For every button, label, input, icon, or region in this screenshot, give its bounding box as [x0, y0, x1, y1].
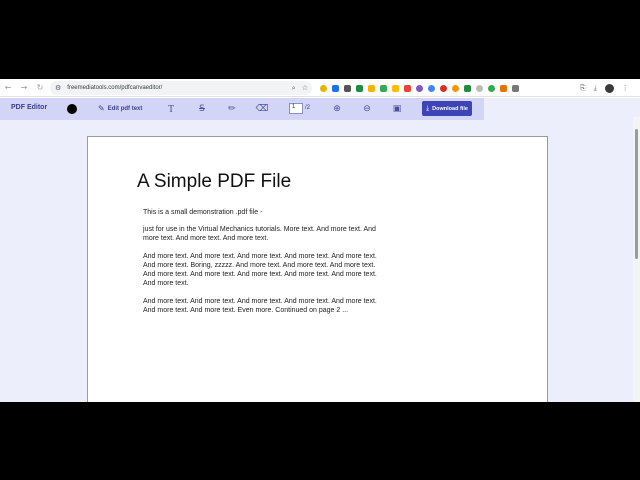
browser-actions: ⎘ ⤓ ⋮ [580, 82, 629, 94]
address-bar[interactable]: ⚙ freemediatools.com/pdfcanvaeditor/ ⌕ ☆ [50, 81, 312, 95]
pdf-page-canvas[interactable]: A Simple PDF File This is a small demons… [87, 136, 548, 402]
extension-icon[interactable] [320, 84, 327, 92]
extension-icon[interactable] [488, 84, 495, 92]
edit-pdf-text-button[interactable]: ✎ Edit pdf text [98, 104, 142, 113]
extension-icon[interactable] [380, 84, 387, 92]
page-number-input[interactable]: 1 [289, 103, 303, 114]
menu-kebab-icon[interactable]: ⋮ [622, 84, 629, 92]
pencil-icon[interactable]: ✏ [226, 102, 238, 116]
page-content: PDF Editor ✎ Edit pdf text T S ✏ ⌫ 1 /2 … [0, 98, 640, 402]
forward-icon[interactable]: → [16, 79, 32, 97]
document-paragraph[interactable]: And more text. And more text. And more t… [143, 252, 385, 288]
site-info-icon[interactable]: ⚙ [55, 84, 61, 92]
zoom-out-icon[interactable]: ⊖ [361, 102, 373, 116]
extensions-row [320, 83, 519, 93]
cast-icon[interactable]: ⎘ [580, 84, 586, 93]
extension-icon[interactable] [404, 84, 411, 92]
strikethrough-icon[interactable]: S [196, 102, 208, 116]
app-title: PDF Editor [11, 104, 48, 111]
document-title[interactable]: A Simple PDF File [137, 171, 291, 193]
extension-icon[interactable] [332, 84, 339, 92]
scrollbar-thumb[interactable] [635, 129, 638, 259]
zoom-icon[interactable]: ⌕ [292, 84, 296, 93]
download-file-button[interactable]: ⤓ Download file [422, 101, 472, 116]
url-text[interactable]: freemediatools.com/pdfcanvaeditor/ [67, 85, 162, 91]
extension-icon[interactable] [392, 84, 399, 92]
reload-icon[interactable]: ↻ [32, 79, 48, 97]
document-paragraph[interactable]: And more text. And more text. And more t… [143, 297, 385, 315]
edit-pdf-text-label: Edit pdf text [107, 105, 143, 112]
document-paragraph[interactable]: This is a small demonstration .pdf file … [143, 208, 393, 217]
browser-toolbar: ← → ↻ ⚙ freemediatools.com/pdfcanvaedito… [0, 79, 640, 97]
browser-window: ← → ↻ ⚙ freemediatools.com/pdfcanvaedito… [0, 79, 640, 402]
back-icon[interactable]: ← [0, 79, 16, 97]
edit-text-icon: ✎ [98, 104, 105, 113]
download-icon[interactable]: ⤓ [594, 84, 597, 93]
download-icon: ⤓ [426, 104, 430, 112]
color-picker[interactable] [67, 104, 77, 114]
extension-icon[interactable] [368, 84, 375, 92]
editor-toolbar: PDF Editor ✎ Edit pdf text T S ✏ ⌫ 1 /2 … [0, 98, 484, 120]
extension-icon[interactable] [452, 84, 459, 92]
document-paragraph[interactable]: just for use in the Virtual Mechanics tu… [143, 225, 393, 243]
eraser-icon[interactable]: ⌫ [256, 102, 269, 116]
extension-icon[interactable] [500, 84, 507, 92]
extension-icon[interactable] [416, 84, 423, 92]
extension-icon[interactable] [464, 84, 471, 92]
download-file-label: Download file [432, 105, 468, 112]
extension-icon[interactable] [476, 84, 483, 92]
extension-icon[interactable] [428, 84, 435, 92]
extensions-puzzle-icon[interactable] [512, 84, 519, 92]
text-tool-icon[interactable]: T [165, 102, 177, 116]
save-icon[interactable]: ▣ [391, 102, 403, 116]
zoom-in-icon[interactable]: ⊕ [331, 102, 343, 116]
bookmark-star-icon[interactable]: ☆ [302, 84, 308, 92]
profile-avatar[interactable] [604, 83, 614, 93]
page-scrollbar[interactable] [633, 117, 640, 402]
extension-icon[interactable] [344, 84, 351, 92]
page-total: /2 [305, 105, 311, 111]
extension-icon[interactable] [356, 84, 363, 92]
extension-icon[interactable] [440, 84, 447, 92]
